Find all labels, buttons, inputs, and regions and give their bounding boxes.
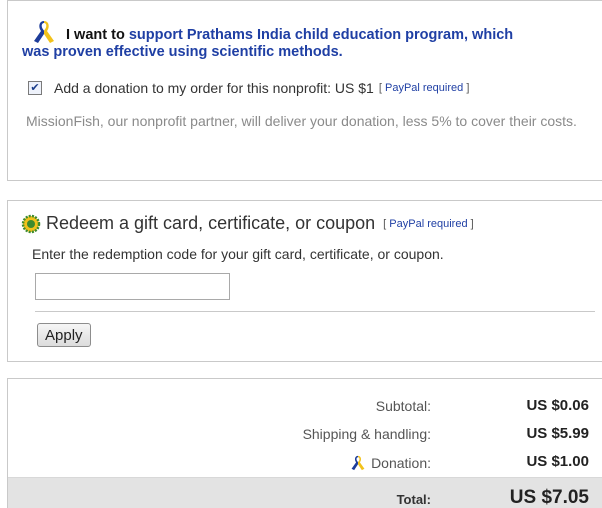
subtotal-row: Subtotal: US $0.06 [8, 391, 602, 420]
donation-heading: I want to support Prathams India child e… [22, 21, 602, 61]
order-summary-panel: Subtotal: US $0.06 Shipping & handling: … [7, 378, 602, 508]
subtotal-label: Subtotal: [375, 398, 431, 414]
subtotal-value: US $0.06 [526, 397, 589, 414]
shipping-row: Shipping & handling: US $5.99 [8, 419, 602, 448]
shipping-value: US $5.99 [526, 425, 589, 442]
gift-title: Redeem a gift card, certificate, or coup… [46, 213, 376, 233]
donation-note: MissionFish, our nonprofit partner, will… [26, 113, 577, 129]
total-value: US $7.05 [509, 487, 589, 508]
awareness-ribbon-icon [351, 455, 365, 471]
gift-card-badge-icon [21, 214, 41, 233]
paypal-required-link[interactable]: PayPal required [385, 82, 463, 94]
donation-checkbox-label[interactable]: Add a donation to my order for this nonp… [54, 80, 374, 96]
redemption-instructions: Enter the redemption code for your gift … [32, 246, 444, 262]
donation-panel: I want to support Prathams India child e… [7, 0, 602, 181]
donation-summary-label: Donation: [349, 454, 431, 472]
awareness-ribbon-icon [34, 21, 54, 43]
gift-paypal-required-link[interactable]: PayPal required [389, 218, 467, 230]
gift-card-panel: Redeem a gift card, certificate, or coup… [7, 200, 602, 362]
total-label: Total: [396, 492, 431, 507]
donation-value: US $1.00 [526, 453, 589, 470]
redemption-code-input[interactable] [35, 273, 230, 300]
total-row: Total: US $7.05 [8, 477, 602, 508]
nonprofit-cause-link[interactable]: support Prathams India child education p… [129, 27, 513, 43]
paypal-required-tag: [ PayPal required ] [378, 82, 470, 94]
donation-summary-text: Donation: [371, 455, 431, 471]
donation-intro-text: I want to [66, 27, 125, 43]
donation-row: Donation: US $1.00 [8, 447, 602, 476]
divider [35, 311, 595, 312]
gift-paypal-required-tag: [ PayPal required ] [383, 217, 474, 230]
apply-button[interactable]: Apply [37, 323, 91, 347]
donation-checkbox[interactable]: ✔ [28, 81, 42, 95]
donation-checkbox-row: ✔ Add a donation to my order for this no… [28, 80, 469, 96]
nonprofit-cause-link-line2[interactable]: was proven effective using scientific me… [22, 44, 602, 61]
gift-heading: Redeem a gift card, certificate, or coup… [20, 213, 474, 234]
shipping-label: Shipping & handling: [302, 426, 431, 442]
